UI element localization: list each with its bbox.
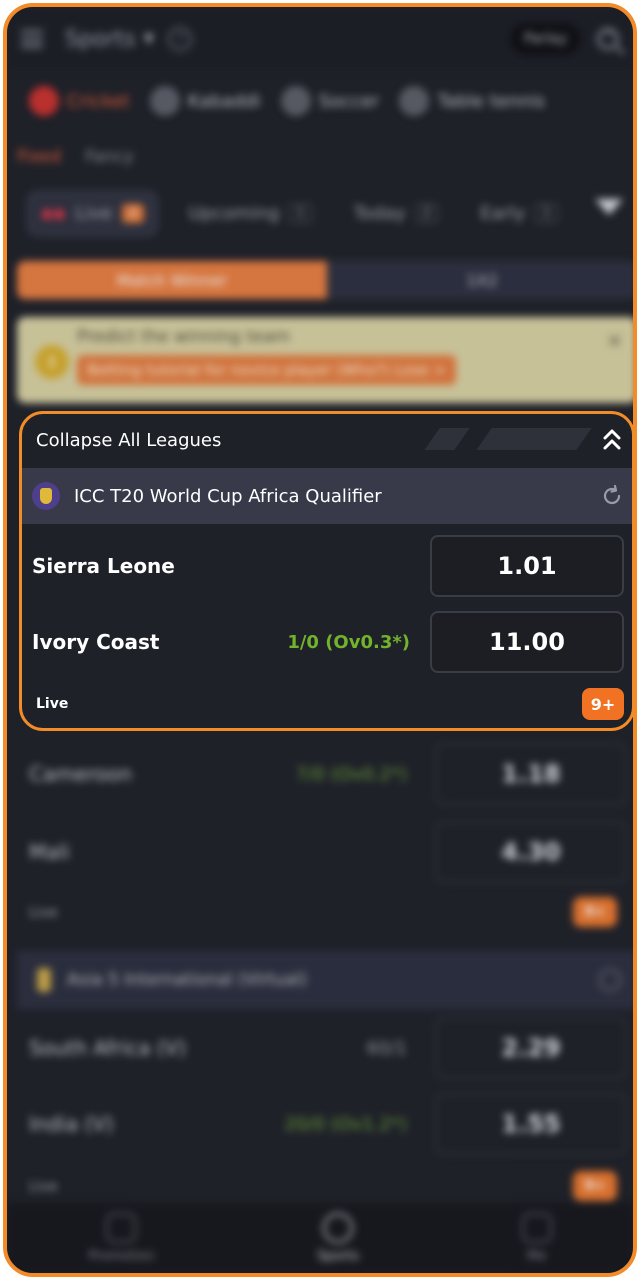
lightbulb-icon: !	[35, 345, 69, 379]
nav-sports[interactable]: Sports	[317, 1212, 359, 1264]
team-score: 60/1	[366, 1037, 407, 1059]
odd-button[interactable]: 4.30	[435, 821, 627, 883]
nav-label: Me	[527, 1248, 547, 1264]
filter-today[interactable]: Today 2	[342, 193, 450, 234]
team-name: Mali	[29, 840, 70, 864]
odd-button[interactable]: 1.18	[435, 743, 627, 805]
sport-label: Cricket	[67, 90, 130, 112]
nav-label: Sports	[317, 1248, 359, 1264]
tab-soccer[interactable]: Soccer	[280, 86, 380, 116]
gift-icon	[106, 1212, 137, 1243]
more-markets-badge[interactable]: 9+	[573, 897, 617, 927]
league-title: ICC T20 World Cup Africa Qualifier	[74, 485, 382, 507]
refresh-icon[interactable]	[599, 969, 621, 991]
table-tennis-icon	[399, 86, 430, 116]
live-label: Live	[29, 1179, 58, 1195]
live-label: Live	[29, 905, 58, 921]
chevron-down-icon[interactable]: ▼	[144, 31, 155, 47]
live-status: Live	[36, 696, 69, 712]
nav-me[interactable]: Me	[521, 1212, 552, 1264]
league-title: Asia 5 International (Virtual)	[67, 970, 307, 990]
kabaddi-icon	[149, 86, 180, 116]
league-header[interactable]: ICC T20 World Cup Africa Qualifier	[22, 468, 632, 524]
odd-button[interactable]: 1.55	[435, 1093, 627, 1155]
close-icon[interactable]: ✕	[606, 329, 623, 353]
filter-label: Upcoming	[188, 203, 280, 224]
live-icon: ●●	[41, 205, 66, 222]
1x2-button[interactable]: 1X2	[327, 261, 633, 299]
filter-live[interactable]: ●● Live 2	[27, 191, 159, 236]
nav-promotion[interactable]: Promotion	[88, 1212, 155, 1264]
tip-banner: ! Predict the winning team Betting tutor…	[17, 317, 633, 403]
collapse-all-leagues[interactable]: Collapse All Leagues	[36, 430, 221, 451]
filter-count: 2	[122, 204, 145, 223]
filter-icon[interactable]	[595, 199, 623, 215]
match-row: South Africa (V) 60/1 2.29	[17, 1017, 633, 1079]
more-markets-badge[interactable]: 9+	[582, 688, 624, 720]
tab-fancy[interactable]: Fancy	[85, 147, 134, 167]
top-bar: Sports ▼ ? Parlay	[7, 7, 633, 71]
decor-stripe	[476, 428, 592, 450]
tab-fixed[interactable]: Fixed	[17, 147, 61, 167]
phone-frame: Sports ▼ ? Parlay Cricket Kabaddi Soccer…	[3, 3, 637, 1277]
soccer-ball-icon	[280, 86, 311, 116]
page-title[interactable]: Sports	[65, 27, 136, 52]
filter-label: Early	[480, 203, 526, 224]
tab-table-tennis[interactable]: Table tennis	[399, 86, 545, 116]
sport-label: Soccer	[318, 90, 380, 112]
help-icon[interactable]: ?	[168, 27, 193, 51]
market-type-tabs: Fixed Fancy	[17, 147, 134, 167]
team-name-home: Sierra Leone	[32, 554, 175, 578]
double-chevron-up-icon[interactable]	[600, 426, 624, 454]
match-row: Mali 4.30	[17, 821, 633, 883]
time-filters: ●● Live 2 Upcoming 1 Today 2 Early 1	[27, 191, 570, 236]
more-markets-badge[interactable]: 9+	[573, 1171, 617, 1201]
filter-label: Live	[75, 203, 113, 224]
bottom-nav: Promotion Sports Me	[7, 1203, 633, 1273]
filter-count: 2	[415, 204, 438, 223]
collapse-all-row[interactable]: Collapse All Leagues	[22, 414, 632, 466]
team-name-away: Ivory Coast	[32, 630, 160, 654]
refresh-icon[interactable]	[600, 484, 624, 508]
match-row: Cameroon 7/0 (Ov0.2*) 1.18	[17, 743, 633, 805]
sport-label: Kabaddi	[187, 90, 261, 112]
league-logo-icon	[32, 482, 60, 510]
team-score: 1/0 (Ov0.3*)	[287, 632, 410, 653]
cricket-ball-icon	[29, 86, 59, 116]
odd-button-home[interactable]: 1.01	[430, 535, 624, 597]
sports-ball-icon	[323, 1212, 354, 1243]
filter-early[interactable]: Early 1	[468, 193, 570, 234]
filter-count: 1	[535, 204, 558, 223]
decor-stripe	[424, 428, 470, 450]
tip-title: Predict the winning team	[77, 327, 291, 347]
filter-upcoming[interactable]: Upcoming 1	[176, 193, 323, 234]
filter-count: 1	[289, 204, 312, 223]
odd-button[interactable]: 2.29	[435, 1017, 627, 1079]
team-name: Cameroon	[29, 762, 132, 786]
tab-kabaddi[interactable]: Kabaddi	[149, 86, 261, 116]
user-icon	[521, 1212, 552, 1243]
match-winner-button[interactable]: Match Winner	[17, 261, 327, 299]
menu-icon[interactable]	[21, 30, 43, 48]
sports-expand-icon[interactable]: ⌄	[602, 19, 617, 40]
nav-label: Promotion	[88, 1248, 155, 1264]
sport-label: Table tennis	[437, 90, 545, 112]
league-header[interactable]: Asia 5 International (Virtual)	[17, 951, 633, 1009]
parlay-button[interactable]: Parlay	[510, 23, 581, 55]
team-name: South Africa (V)	[29, 1036, 187, 1060]
team-name: India (V)	[29, 1112, 114, 1136]
filter-label: Today	[353, 203, 406, 224]
team-score: 20/0 (Ov1.2*)	[284, 1113, 407, 1135]
tutorial-link[interactable]: Betting tutorial for novice player (Who?…	[77, 355, 457, 385]
team-score: 7/0 (Ov0.2*)	[295, 763, 407, 785]
odd-button-away[interactable]: 11.00	[430, 611, 624, 673]
market-toggle: Match Winner 1X2	[17, 261, 633, 299]
highlighted-match-card: Collapse All Leagues ICC T20 World Cup A…	[19, 411, 633, 731]
tab-cricket[interactable]: Cricket	[29, 86, 130, 116]
trophy-icon	[37, 968, 51, 992]
match-row: India (V) 20/0 (Ov1.2*) 1.55	[17, 1093, 633, 1155]
sports-tabs: Cricket Kabaddi Soccer Table tennis	[7, 73, 633, 129]
